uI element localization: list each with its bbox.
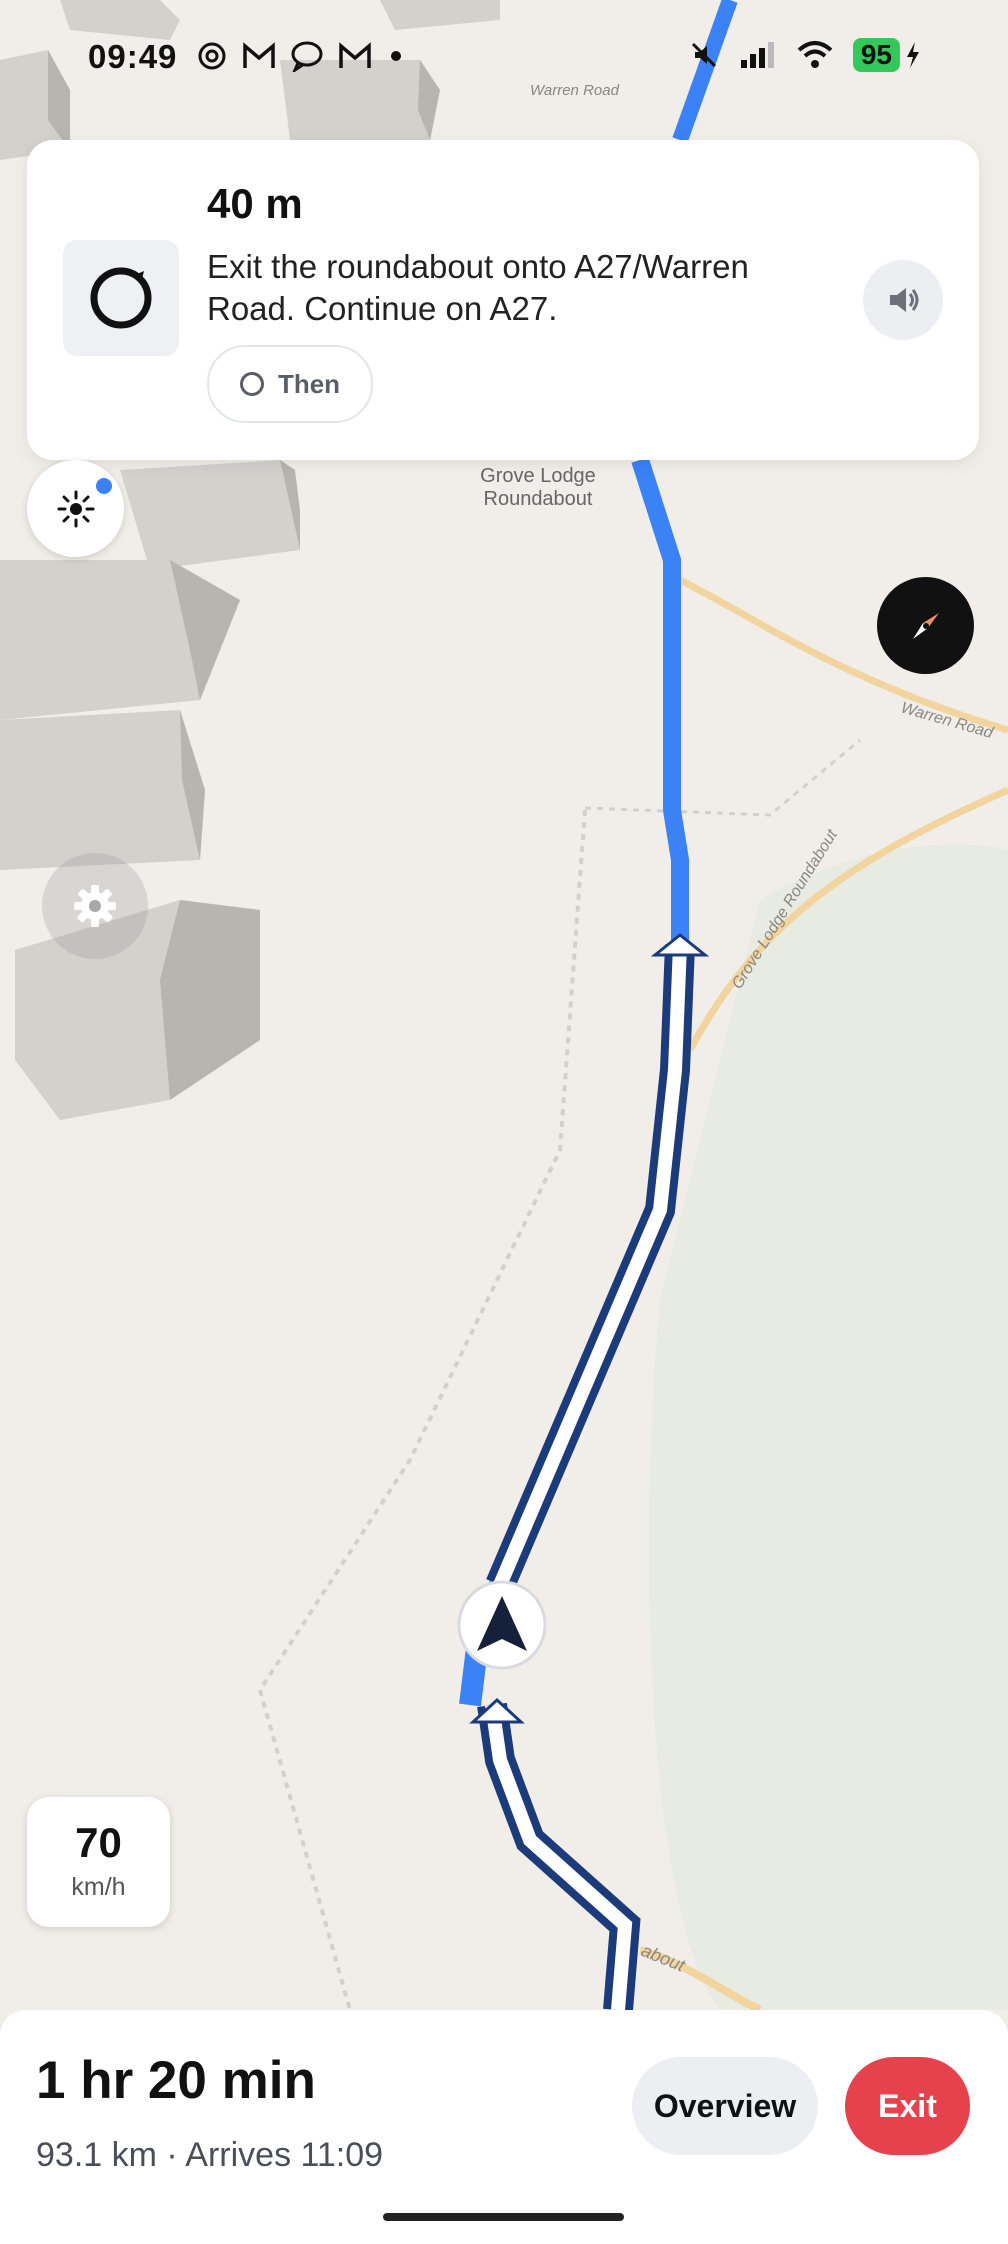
then-ring-icon	[239, 372, 264, 396]
maneuver-instruction: Exit the roundabout onto A27/Warren Road…	[207, 248, 749, 327]
then-button[interactable]: Then	[207, 345, 373, 423]
mute-icon	[691, 42, 716, 68]
gear-icon	[74, 885, 116, 927]
current-location-puck	[457, 1580, 547, 1670]
gmail-icon	[339, 42, 371, 68]
overview-button[interactable]: Overview	[632, 2057, 818, 2155]
speed-unit: km/h	[71, 1873, 126, 1901]
notification-icons	[196, 40, 406, 72]
notification-dot-icon	[391, 51, 401, 61]
voice-guidance-button[interactable]	[863, 260, 943, 340]
status-time: 09:49	[88, 38, 178, 75]
brightness-button[interactable]	[27, 460, 124, 557]
charging-icon	[907, 42, 919, 68]
compass-icon	[912, 612, 939, 639]
maneuver-distance: 40 m	[207, 180, 303, 227]
exit-button[interactable]: Exit	[845, 2057, 970, 2155]
trip-summary: 93.1 km · Arrives 11:09	[36, 2136, 384, 2174]
speaker-icon	[890, 288, 919, 312]
roundabout-icon	[90, 267, 152, 329]
map-label-place-2: Roundabout	[484, 488, 593, 510]
signal-icon	[740, 42, 774, 68]
maneuver-indicator	[63, 240, 179, 356]
gmail-icon	[243, 42, 275, 68]
map-label-place-1: Grove Lodge	[480, 465, 596, 487]
speed-indicator: 70 km/h	[27, 1797, 170, 1927]
home-indicator[interactable]	[383, 2213, 624, 2221]
system-icons: 95	[689, 38, 922, 72]
brightness-indicator-dot	[96, 478, 112, 494]
battery-icon: 95	[852, 38, 900, 72]
then-label: Then	[277, 368, 341, 399]
compass-button[interactable]	[877, 577, 974, 674]
speed-value: 70	[75, 1819, 122, 1866]
brightness-icon	[57, 490, 94, 527]
chat-icon	[291, 41, 323, 72]
settings-button[interactable]	[42, 853, 148, 959]
trip-duration: 1 hr 20 min	[36, 2051, 316, 2110]
instruction-card: 40 m Exit the roundabout onto A27/Warren…	[27, 140, 979, 460]
wifi-icon	[797, 41, 833, 68]
threads-icon	[198, 42, 226, 70]
status-bar: 09:49 95	[0, 0, 1008, 112]
trip-panel: 1 hr 20 min 93.1 km · Arrives 11:09 Over…	[0, 2010, 1008, 2244]
